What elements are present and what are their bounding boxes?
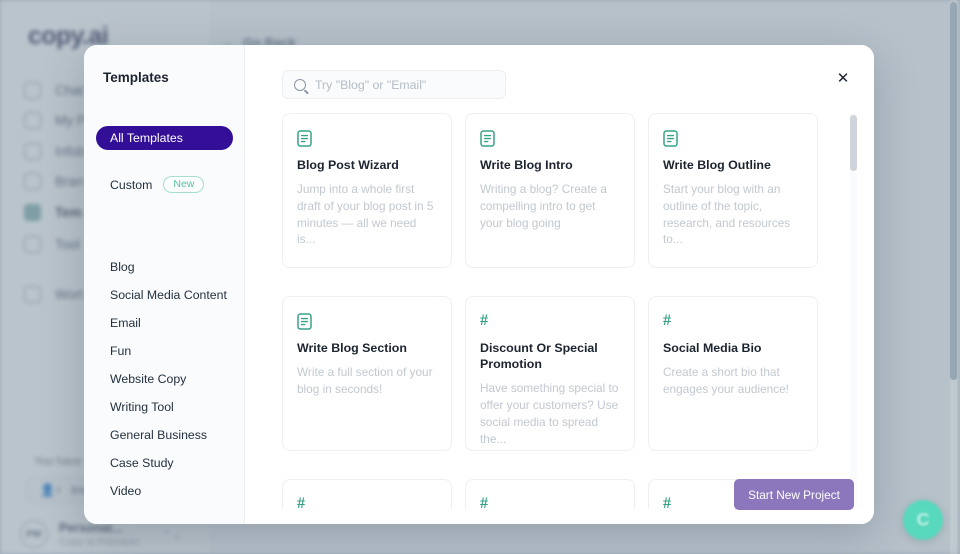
search-input[interactable] — [315, 78, 494, 92]
template-card[interactable]: Write Blog Outline Start your blog with a… — [648, 113, 818, 268]
sidebar-item-category-8[interactable]: Video — [84, 477, 244, 505]
sidebar-item-category-4[interactable]: Website Copy — [84, 365, 244, 393]
hash-icon: # — [297, 494, 437, 509]
sidebar-item-category-6[interactable]: General Business — [84, 421, 244, 449]
template-card[interactable]: # Social Media Bio Create a short bio that… — [648, 296, 818, 451]
template-card[interactable]: Write Blog Intro Writing a blog? Create a… — [465, 113, 635, 268]
template-card[interactable]: Write Blog Section Write a full section o… — [282, 296, 452, 451]
category-label: Blog — [110, 260, 135, 274]
templates-card-scroll-area: Blog Post Wizard Jump into a whole first … — [282, 113, 848, 509]
hash-icon: # — [480, 494, 620, 509]
template-card-description: Jump into a whole first draft of your bl… — [297, 181, 437, 248]
page-scrollbar-thumb[interactable] — [950, 2, 957, 380]
cards-scrollbar-thumb[interactable] — [850, 115, 857, 171]
sidebar-item-category-3[interactable]: Fun — [84, 337, 244, 365]
template-card[interactable]: # — [282, 479, 452, 509]
all-templates-label: All Templates — [110, 131, 183, 145]
template-card[interactable]: Blog Post Wizard Jump into a whole first … — [282, 113, 452, 268]
search-icon — [294, 79, 306, 91]
template-card-title: Social Media Bio — [663, 340, 803, 356]
modal-title: Templates — [103, 70, 169, 85]
template-card-description: Start your blog with an outline of the t… — [663, 181, 803, 248]
sidebar-item-category-2[interactable]: Email — [84, 309, 244, 337]
document-icon — [480, 128, 620, 148]
hash-icon: # — [663, 311, 803, 331]
category-label: Website Copy — [110, 372, 186, 386]
category-list: Blog Social Media Content Email Fun Website … — [84, 253, 244, 505]
category-label: Fun — [110, 344, 131, 358]
template-card[interactable]: # — [465, 479, 635, 509]
category-label: Social Media Content — [110, 288, 227, 302]
template-card-title: Write Blog Outline — [663, 157, 803, 173]
modal-sidebar: Templates All Templates Custom New Blog S… — [84, 45, 245, 524]
new-badge: New — [163, 176, 204, 193]
category-label: General Business — [110, 428, 207, 442]
template-card-title: Blog Post Wizard — [297, 157, 437, 173]
custom-label: Custom — [110, 178, 152, 192]
category-label: Writing Tool — [110, 400, 174, 414]
template-card-title: Write Blog Intro — [480, 157, 620, 173]
start-new-project-button[interactable]: Start New Project — [734, 479, 854, 510]
template-card-description: Write a full section of your blog in sec… — [297, 364, 437, 398]
search-bar[interactable] — [282, 70, 506, 99]
template-card-description: Create a short bio that engages your aud… — [663, 364, 803, 398]
document-icon — [663, 128, 803, 148]
help-fab-label: C — [917, 510, 929, 530]
document-icon — [297, 128, 437, 148]
close-icon[interactable]: ✕ — [832, 67, 854, 89]
category-label: Case Study — [110, 456, 174, 470]
category-label: Email — [110, 316, 141, 330]
template-card-title: Discount Or Special Promotion — [480, 340, 620, 372]
template-card-description: Have something special to offer your cus… — [480, 380, 620, 447]
template-card-title: Write Blog Section — [297, 340, 437, 356]
sidebar-item-all-templates[interactable]: All Templates — [96, 126, 233, 150]
sidebar-item-category-0[interactable]: Blog — [84, 253, 244, 281]
sidebar-item-category-5[interactable]: Writing Tool — [84, 393, 244, 421]
help-chat-icon[interactable]: C — [903, 500, 943, 540]
cards-scrollbar-track[interactable] — [850, 113, 857, 509]
document-icon — [297, 311, 437, 331]
modal-main-pane: ✕ Blog Post Wizard Jump into a whole firs… — [245, 45, 874, 524]
sidebar-item-category-7[interactable]: Case Study — [84, 449, 244, 477]
templates-modal: Templates All Templates Custom New Blog S… — [84, 45, 874, 524]
hash-icon: # — [480, 311, 620, 331]
sidebar-item-custom[interactable]: Custom New — [110, 176, 204, 193]
templates-card-grid: Blog Post Wizard Jump into a whole first … — [282, 113, 848, 509]
template-card[interactable]: # Discount Or Special Promotion Have somet… — [465, 296, 635, 451]
sidebar-item-category-1[interactable]: Social Media Content — [84, 281, 244, 309]
category-label: Video — [110, 484, 141, 498]
template-card-description: Writing a blog? Create a compelling intr… — [480, 181, 620, 231]
